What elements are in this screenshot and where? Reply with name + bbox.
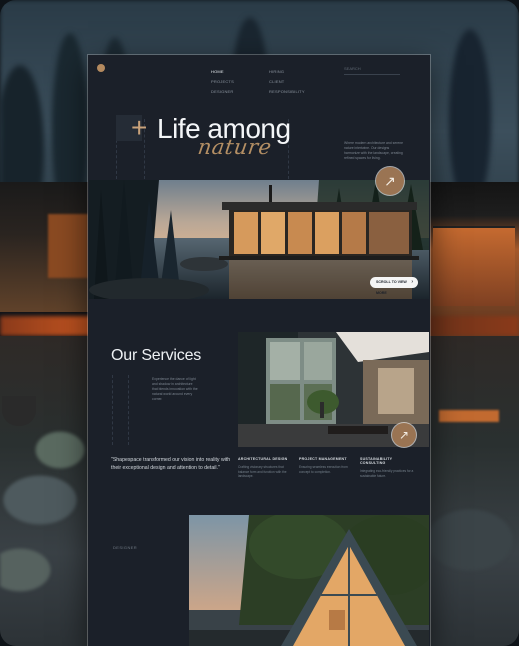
service-heading: ARCHITECTURAL DESIGN [238, 457, 288, 461]
nav-item-projects[interactable]: PROJECTS [211, 77, 234, 87]
service-description: Integrating eco-friendly practices for a… [360, 469, 414, 478]
grid-line [128, 375, 129, 445]
nav-column-2: HIRING CLIENT RESPONSIBILITY [269, 67, 305, 97]
nav-item-responsibility[interactable]: RESPONSIBILITY [269, 87, 305, 97]
service-description: Ensuring seamless execution from concept… [299, 465, 348, 474]
service-item: ARCHITECTURAL DESIGN Crafting visionary … [238, 457, 292, 479]
service-item: SUSTAINABILITY CONSULTING Integrating ec… [360, 457, 414, 478]
search-input[interactable]: SEARCH [344, 64, 400, 75]
background-planter [2, 396, 36, 426]
hero-script-word: nature [196, 135, 274, 159]
service-description: Crafting visionary structures that balan… [238, 465, 287, 479]
service-item: PROJECT MANAGEMENT Ensuring seamless exe… [299, 457, 353, 474]
grid-line [112, 375, 113, 445]
cabin-image [189, 515, 429, 646]
services-description: Experience the dance of light and shadow… [152, 377, 198, 401]
arrow-up-right-button[interactable]: ↗ [376, 167, 404, 195]
brand-logo[interactable] [97, 64, 105, 72]
chevron-right-icon: › [411, 279, 413, 285]
service-heading: SUSTAINABILITY CONSULTING [360, 457, 393, 465]
background-table [439, 410, 499, 422]
nav-item-designer[interactable]: DESIGNER [211, 87, 234, 97]
testimonial-quote: "Shapespace transformed our vision into … [111, 457, 231, 471]
arrow-up-right-button[interactable]: ↗ [392, 423, 416, 447]
background-window-right [433, 226, 515, 306]
nav-column-1: HOME PROJECTS DESIGNER [211, 67, 234, 97]
hero-description: Where modern architecture and serene nat… [344, 141, 403, 160]
website-mockup: HOME PROJECTS DESIGNER HIRING CLIENT RES… [88, 55, 430, 646]
background-window-glow [48, 214, 88, 278]
plus-icon: + [131, 112, 148, 143]
nav-item-home[interactable]: HOME [211, 67, 234, 77]
service-heading: PROJECT MANAGEMENT [299, 457, 347, 461]
scroll-view-more-button[interactable]: SCROLL TO VIEW MORE › [370, 277, 418, 295]
nav-item-hiring[interactable]: HIRING [269, 67, 305, 77]
designer-label: DESIGNER [113, 545, 138, 550]
nav-item-client[interactable]: CLIENT [269, 77, 305, 87]
services-title: Our Services [111, 347, 202, 364]
